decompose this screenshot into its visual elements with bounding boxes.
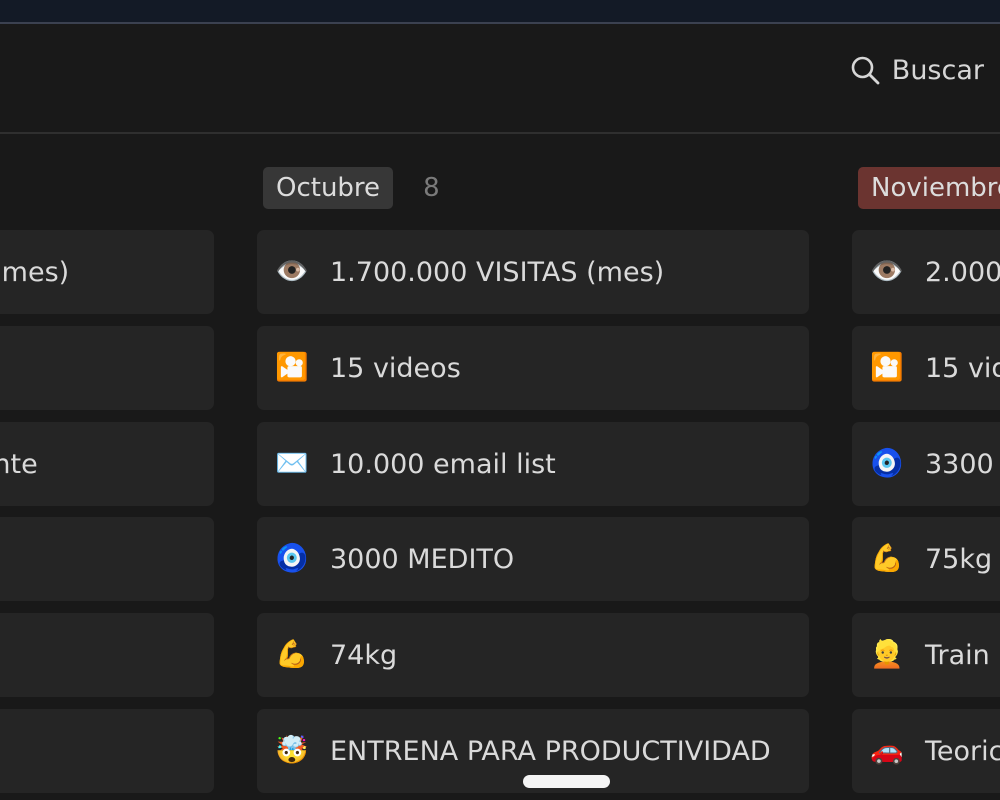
column-title-tag[interactable]: Octubre <box>263 167 394 209</box>
search-icon <box>850 55 880 85</box>
board-card[interactable]: 🧿 3000 MEDITO <box>257 517 809 601</box>
board-card[interactable]: ✉️ Charla en adolescente <box>0 422 214 506</box>
card-text: Teorico <box>925 735 1000 767</box>
nazar-amulet-icon: 🧿 <box>870 448 904 479</box>
envelope-icon: ✉️ <box>275 448 309 479</box>
search-button[interactable]: Buscar <box>850 52 984 88</box>
column-header: Noviembre <box>858 167 1000 209</box>
car-icon: 🚗 <box>870 735 904 766</box>
card-text: 15 videos <box>925 352 1000 384</box>
card-text: ENTRENA PARA PRODUCTIVIDAD <box>330 735 771 767</box>
card-text: 3300 MEDITO <box>925 448 1000 480</box>
home-indicator[interactable] <box>523 775 610 788</box>
card-text: 1.700.000 VISITAS (mes) <box>330 256 665 288</box>
card-text: 3000 MEDITO <box>330 543 515 575</box>
board-card[interactable]: 👁️ 1.700.000 VISITAS (mes) <box>0 230 214 314</box>
card-text: 1.700.000 VISITAS (mes) <box>0 256 70 288</box>
card-text: 10.000 email list <box>330 448 556 480</box>
card-text: Charla en adolescente <box>0 448 38 480</box>
video-camera-icon: 🎦 <box>870 352 904 383</box>
board-card[interactable]: 💪 74kg <box>257 613 809 697</box>
kanban-board: 👁️ 1.700.000 VISITAS (mes) 🎦 ✉️ Charla e… <box>0 134 1000 800</box>
board-card[interactable]: 🎦 15 videos <box>257 326 809 410</box>
board-card[interactable]: 👁️ 1.700.000 VISITAS (mes) <box>257 230 809 314</box>
board-card[interactable]: 💪 75kg <box>852 517 1000 601</box>
card-text: 74kg <box>330 639 398 671</box>
card-text: 15 videos <box>330 352 461 384</box>
board-card[interactable]: 🚗 Teorico <box>852 709 1000 793</box>
board-card[interactable]: 👱 Train <box>852 613 1000 697</box>
column-card-count: 8 <box>423 173 440 203</box>
flexed-biceps-icon: 💪 <box>870 543 904 574</box>
status-bar <box>0 0 1000 24</box>
nazar-amulet-icon: 🧿 <box>275 543 309 574</box>
card-text: 75kg <box>925 543 993 575</box>
search-label: Buscar <box>891 54 984 86</box>
header: Buscar <box>0 24 1000 134</box>
board-card[interactable]: 👁️ 2.000.000 VISITAS (mes) <box>852 230 1000 314</box>
board-card[interactable]: 🎦 15 videos <box>852 326 1000 410</box>
eye-icon: 👁️ <box>275 256 309 287</box>
video-camera-icon: 🎦 <box>275 352 309 383</box>
column-title-tag[interactable]: Noviembre <box>858 167 1000 209</box>
board-card[interactable]: 🧿 <box>0 517 214 601</box>
eye-icon: 👁️ <box>870 256 904 287</box>
card-text: Train <box>925 639 990 671</box>
board-card[interactable]: 🤯 <box>0 709 214 793</box>
board-card[interactable]: 🎦 <box>0 326 214 410</box>
person-icon: 👱 <box>870 639 904 670</box>
column-header: Octubre 8 <box>263 167 440 209</box>
flexed-biceps-icon: 💪 <box>275 639 309 670</box>
board-card[interactable]: ✉️ 10.000 email list <box>257 422 809 506</box>
board-card[interactable]: 💪 <box>0 613 214 697</box>
board-card[interactable]: 🧿 3300 MEDITO <box>852 422 1000 506</box>
card-text: 2.000.000 VISITAS (mes) <box>925 256 1000 288</box>
exploding-head-icon: 🤯 <box>275 735 309 766</box>
